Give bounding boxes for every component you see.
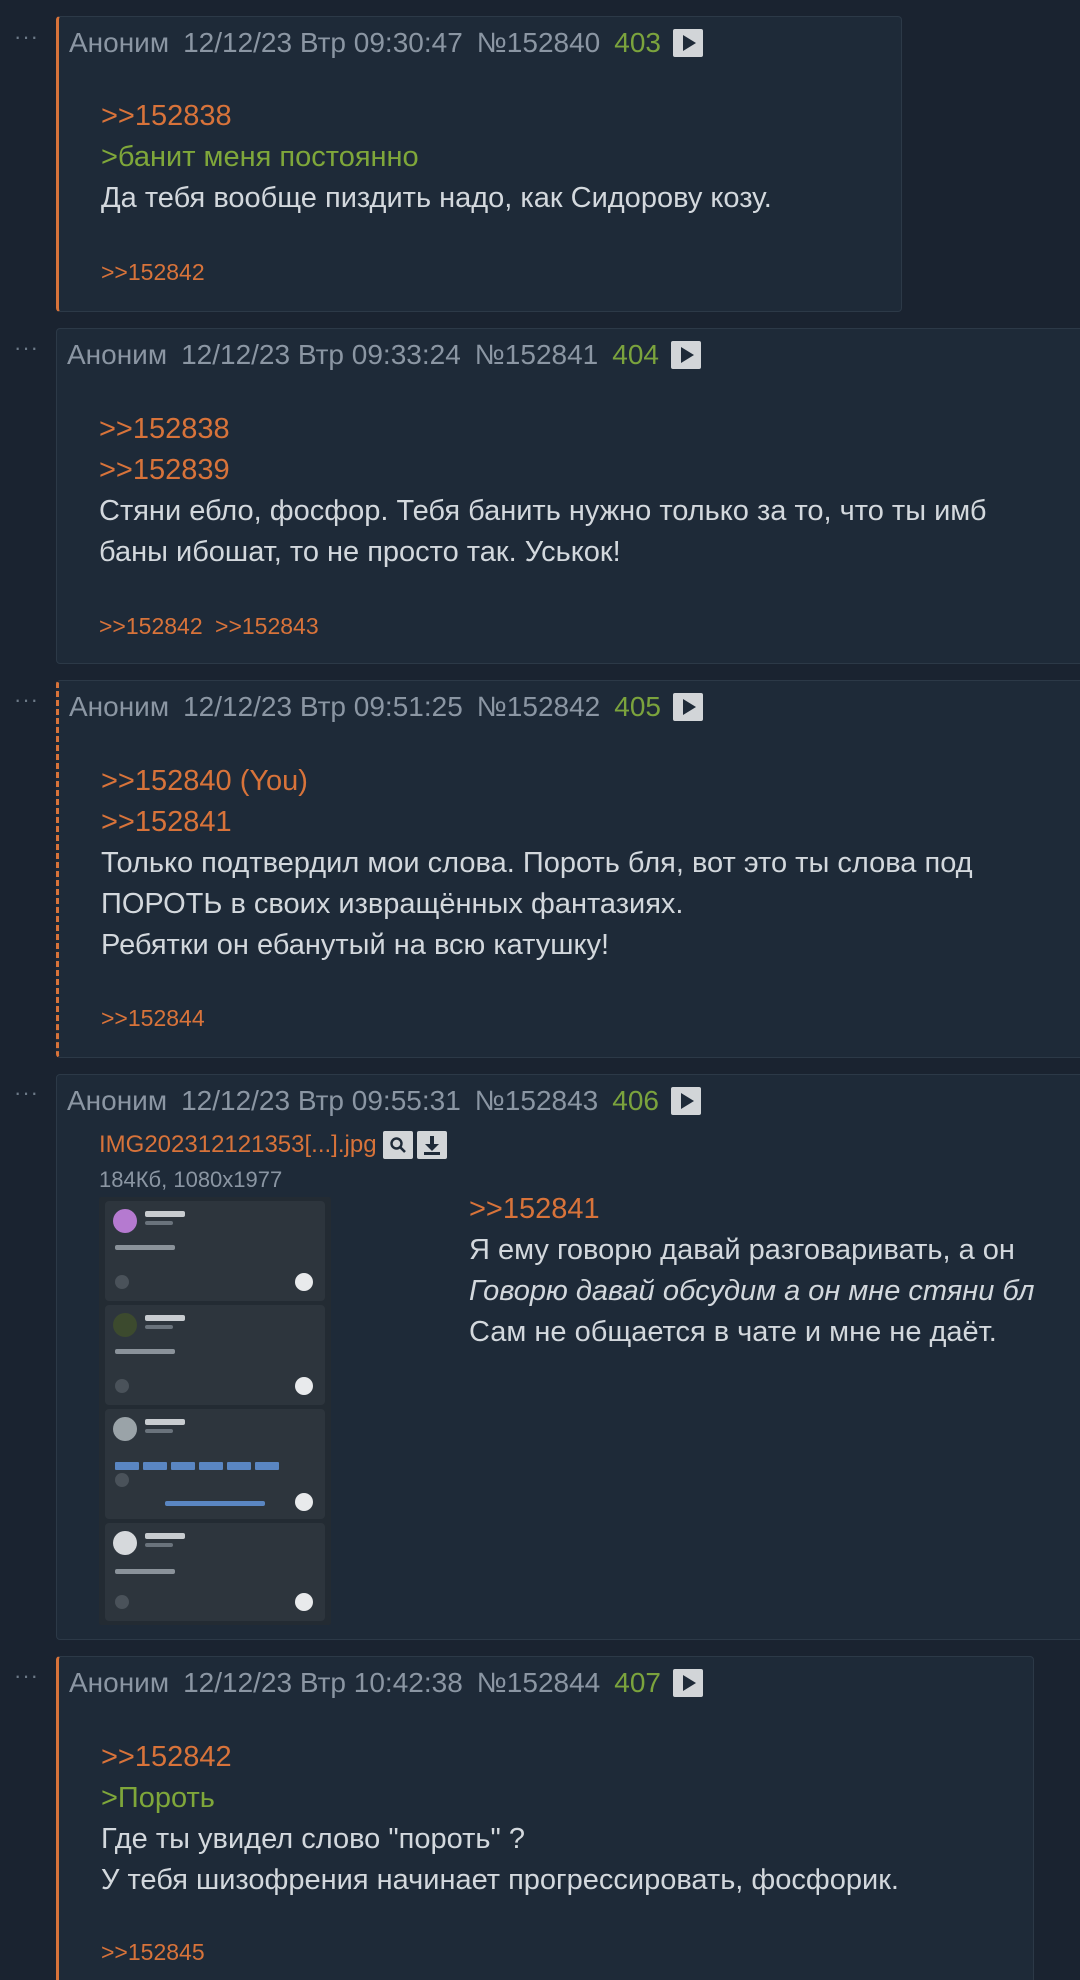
greentext-line: >банит меня постоянно <box>101 141 419 173</box>
post: Аноним 12/12/23 Втр 09:30:47 №152840 403… <box>56 16 902 312</box>
reply-link[interactable]: >>152840 (You) <box>101 761 973 802</box>
backlink[interactable]: >>152842 <box>99 613 203 639</box>
play-icon[interactable] <box>672 29 703 57</box>
message-line: Сам не общается в чате и мне не даёт. <box>469 1316 997 1348</box>
play-icon[interactable] <box>670 341 701 369</box>
post-message: >>152842 >Пороть Где ты увидел слово "по… <box>101 1737 899 1901</box>
post-counter: 407 <box>614 1667 661 1698</box>
post-header: Аноним 12/12/23 Втр 09:33:24 №152841 404 <box>67 337 701 373</box>
message-line: Только подтвердил мои слова. Пороть бля,… <box>101 847 973 879</box>
message-line: ПОРОТЬ в своих извращённых фантазиях. <box>101 888 684 920</box>
post-header: Аноним 12/12/23 Втр 09:30:47 №152840 403 <box>69 25 703 61</box>
attachment-header: IMG202312121353[...].jpg <box>99 1131 451 1159</box>
poster-name: Аноним <box>67 339 168 370</box>
post: Аноним 12/12/23 Втр 10:42:38 №152844 407… <box>56 1656 1034 1980</box>
post-date: 12/12/23 Втр 10:42:38 <box>183 1667 463 1698</box>
message-line: Я ему говорю давай разговаривать, а он <box>469 1234 1015 1266</box>
post-message: >>152838 >банит меня постоянно Да тебя в… <box>101 96 772 219</box>
reply-link[interactable]: >>152841 <box>101 802 973 843</box>
post: Аноним 12/12/23 Втр 09:55:31 №152843 406… <box>56 1074 1080 1640</box>
play-icon[interactable] <box>670 1087 701 1115</box>
poster-name: Аноним <box>69 27 170 58</box>
reply-link[interactable]: >>152838 <box>101 96 772 137</box>
post: Аноним 12/12/23 Втр 09:51:25 №152842 405… <box>56 680 1080 1058</box>
post-replies: >>152842 >>152843 <box>99 613 325 640</box>
poster-name: Аноним <box>67 1085 168 1116</box>
post-menu-icon[interactable]: ··· <box>14 1665 39 1687</box>
message-line: Где ты увидел слово "пороть" ? <box>101 1823 525 1855</box>
post-menu-icon[interactable]: ··· <box>14 337 39 359</box>
post-number-link[interactable]: №152843 <box>475 1085 598 1117</box>
post-number-link[interactable]: №152840 <box>477 27 600 59</box>
message-line: У тебя шизофрения начинает прогрессирова… <box>101 1864 899 1896</box>
post-menu-icon[interactable]: ··· <box>14 26 39 48</box>
post-date: 12/12/23 Втр 09:55:31 <box>181 1085 461 1116</box>
post-counter: 403 <box>614 27 661 58</box>
attachment-meta: 184Кб, 1080x1977 <box>99 1167 283 1192</box>
post-date: 12/12/23 Втр 09:51:25 <box>183 691 463 722</box>
post-menu-icon[interactable]: ··· <box>14 689 39 711</box>
play-icon[interactable] <box>672 1669 703 1697</box>
message-line: баны ибошат, то не просто так. Уськок! <box>99 536 621 568</box>
poster-name: Аноним <box>69 691 170 722</box>
post-replies: >>152842 <box>101 259 211 286</box>
play-icon[interactable] <box>672 693 703 721</box>
post-replies: >>152845 <box>101 1939 211 1966</box>
backlink[interactable]: >>152843 <box>215 613 319 639</box>
message-line: Стяни ебло, фосфор. Тебя банить нужно то… <box>99 495 987 527</box>
reply-link[interactable]: >>152838 <box>99 409 987 450</box>
post-menu-icon[interactable]: ··· <box>14 1082 39 1104</box>
post-counter: 406 <box>612 1085 659 1116</box>
post-replies: >>152844 <box>101 1005 211 1032</box>
backlink[interactable]: >>152842 <box>101 259 205 285</box>
reply-link[interactable]: >>152842 <box>101 1737 899 1778</box>
post-date: 12/12/23 Втр 09:30:47 <box>183 27 463 58</box>
post-header: Аноним 12/12/23 Втр 10:42:38 №152844 407 <box>69 1665 703 1701</box>
post-number-link[interactable]: №152844 <box>477 1667 600 1699</box>
attachment-filename-link[interactable]: IMG202312121353[...].jpg <box>99 1131 377 1159</box>
backlink[interactable]: >>152845 <box>101 1939 205 1965</box>
post-message: >>152838 >>152839 Стяни ебло, фосфор. Те… <box>99 409 987 573</box>
reply-link[interactable]: >>152841 <box>469 1189 1034 1230</box>
post-header: Аноним 12/12/23 Втр 09:55:31 №152843 406 <box>67 1083 701 1119</box>
search-icon[interactable] <box>382 1131 413 1159</box>
post-number-link[interactable]: №152841 <box>475 339 598 371</box>
post-counter: 405 <box>614 691 661 722</box>
message-line: Говорю давай обсудим а он мне стяни бл <box>469 1275 1035 1307</box>
download-icon[interactable] <box>416 1131 447 1159</box>
post: Аноним 12/12/23 Втр 09:33:24 №152841 404… <box>56 328 1080 664</box>
backlink[interactable]: >>152844 <box>101 1005 205 1031</box>
reply-link[interactable]: >>152839 <box>99 450 987 491</box>
post-date: 12/12/23 Втр 09:33:24 <box>181 339 461 370</box>
post-counter: 404 <box>612 339 659 370</box>
message-line: Да тебя вообще пиздить надо, как Сидоров… <box>101 182 772 214</box>
attachment-thumbnail[interactable] <box>99 1197 331 1625</box>
post-message: >>152841 Я ему говорю давай разговариват… <box>469 1189 1034 1353</box>
post-header: Аноним 12/12/23 Втр 09:51:25 №152842 405 <box>69 689 703 725</box>
greentext-line: >Пороть <box>101 1782 215 1814</box>
thread: ··· Аноним 12/12/23 Втр 09:30:47 №152840… <box>0 0 1080 1980</box>
post-number-link[interactable]: №152842 <box>477 691 600 723</box>
poster-name: Аноним <box>69 1667 170 1698</box>
post-message: >>152840 (You) >>152841 Только подтверди… <box>101 761 973 966</box>
message-line: Ребятки он ебанутый на всю катушку! <box>101 929 610 961</box>
